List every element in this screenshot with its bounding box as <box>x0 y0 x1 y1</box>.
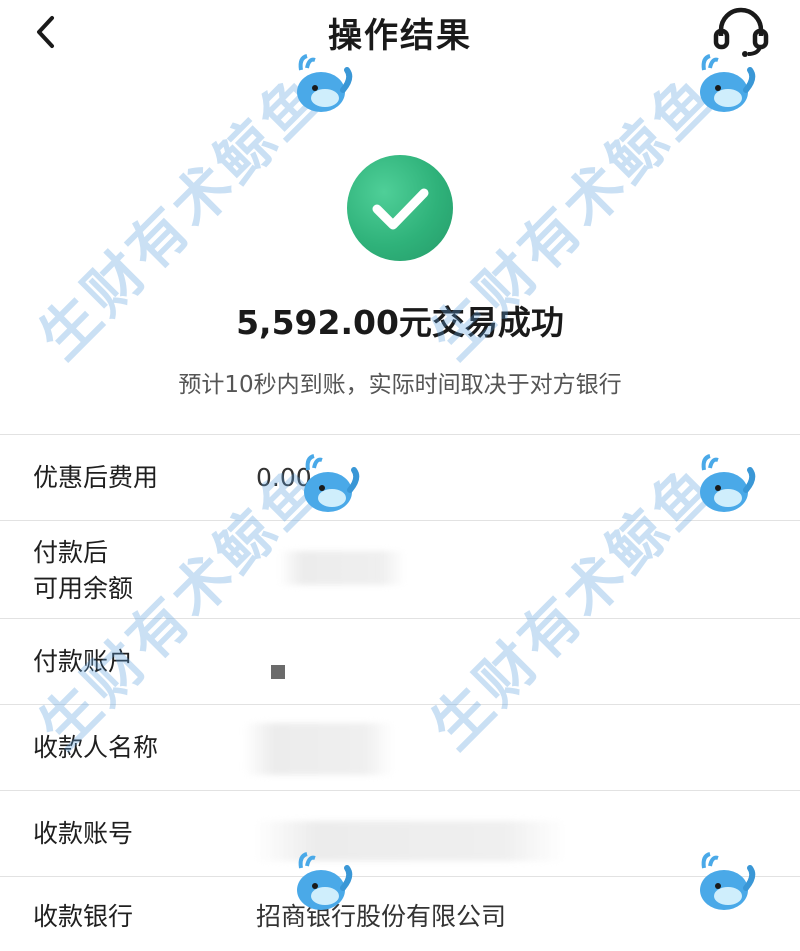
detail-label: 付款账户 <box>33 647 134 676</box>
top-bar: 操作结果 <box>0 0 800 70</box>
detail-row-fee: 优惠后费用 0.00 <box>0 434 800 520</box>
detail-value: 招商银行股份有限公司 <box>256 902 507 931</box>
check-circle-icon <box>347 155 453 261</box>
arrival-note: 预计10秒内到账，实际时间取决于对方银行 <box>178 372 622 398</box>
detail-label-line: 可用余额 <box>33 574 134 603</box>
detail-row-payee-name: 收款人名称 <box>0 704 800 790</box>
detail-row-balance: 付款后 可用余额 <box>0 520 800 618</box>
detail-label: 付款后 可用余额 <box>33 535 133 607</box>
detail-row-payee-bank: 收款银行 招商银行股份有限公司 <box>0 876 800 951</box>
detail-row-payer-account: 付款账户 <box>0 618 800 704</box>
detail-label-line: 付款后 <box>33 538 109 567</box>
detail-value: 0.00 <box>256 463 312 492</box>
detail-row-payee-account: 收款账号 <box>0 790 800 876</box>
page-title: 操作结果 <box>328 16 472 56</box>
redacted-value <box>244 723 394 775</box>
redacted-value <box>254 821 566 861</box>
amount-status: 5,592.00元交易成功 <box>0 296 800 344</box>
detail-label: 优惠后费用 <box>33 463 159 492</box>
detail-label: 收款人名称 <box>33 733 159 762</box>
amount-text: 5,592.00元交易成功 <box>236 303 564 342</box>
detail-label: 收款银行 <box>33 902 134 931</box>
detail-list: 优惠后费用 0.00 付款后 可用余额 付款账户 收款人名称 收款账号 收款银行… <box>0 434 800 951</box>
redacted-value <box>271 665 285 679</box>
detail-label: 收款账号 <box>33 819 134 848</box>
redacted-value <box>278 551 406 585</box>
headset-icon[interactable] <box>712 6 770 58</box>
